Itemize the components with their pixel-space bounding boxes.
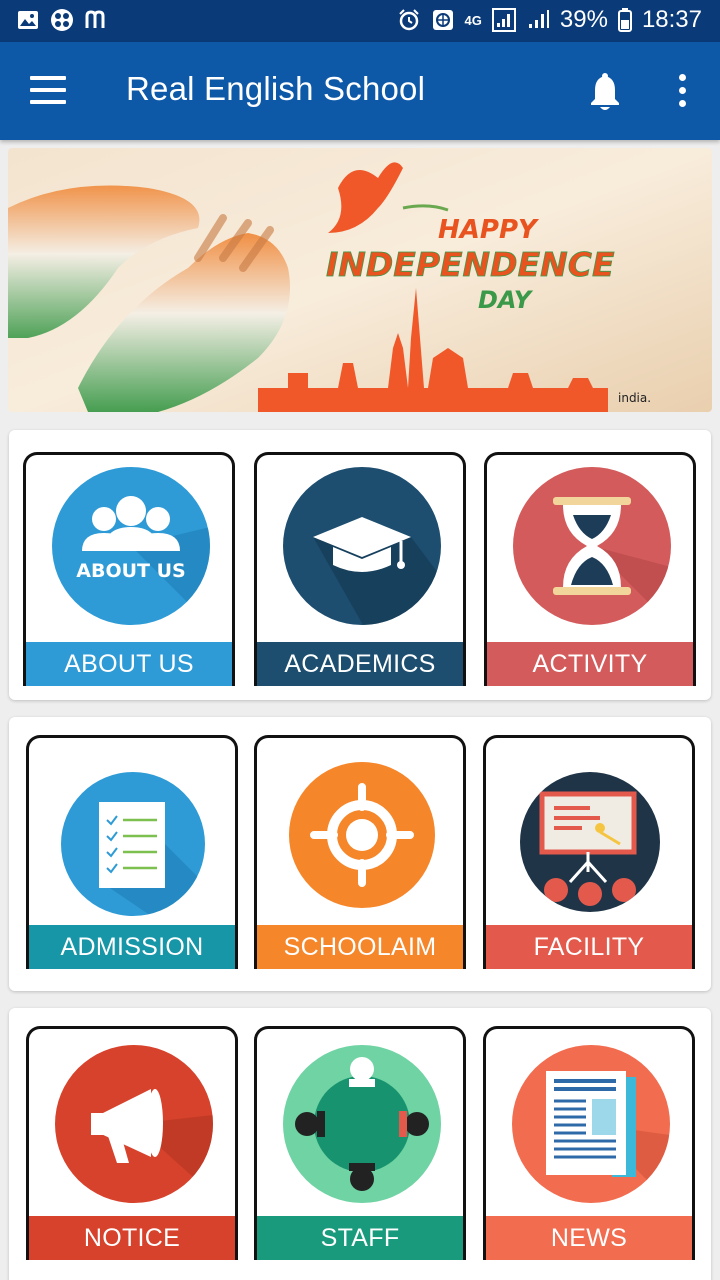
tile-label-staff: STAFF bbox=[257, 1216, 463, 1260]
bell-icon[interactable] bbox=[586, 72, 624, 112]
messenger-icon bbox=[85, 10, 105, 28]
more-vert-icon[interactable] bbox=[674, 74, 690, 110]
battery-percent: 39% bbox=[559, 6, 608, 33]
target-icon bbox=[289, 762, 435, 908]
document-icon bbox=[61, 772, 205, 916]
tile-about-us[interactable]: ABOUT US ABOUT US bbox=[23, 452, 235, 686]
tile-label-notice: NOTICE bbox=[29, 1216, 235, 1260]
meeting-icon bbox=[283, 1045, 441, 1203]
tile-news[interactable]: NEWS bbox=[483, 1026, 695, 1260]
megaphone-icon bbox=[55, 1045, 213, 1203]
menu-icon[interactable] bbox=[30, 76, 66, 106]
menu-card-row-2: ADMISSION SCHOOLAIM FACILITY bbox=[9, 717, 711, 991]
banner-line3: DAY bbox=[478, 286, 534, 314]
tile-label-facility: FACILITY bbox=[486, 925, 692, 969]
signal-bars-icon bbox=[528, 10, 549, 28]
hourglass-icon bbox=[513, 467, 671, 625]
data-saver-icon bbox=[432, 10, 453, 30]
battery-icon bbox=[617, 8, 632, 32]
presentation-icon bbox=[520, 772, 660, 912]
banner-line2: INDEPENDENCE bbox=[326, 245, 615, 284]
signal-icon bbox=[491, 8, 516, 32]
tile-label-news: NEWS bbox=[486, 1216, 692, 1260]
tile-label-about-us: ABOUT US bbox=[26, 642, 232, 686]
icon-caption: ABOUT US bbox=[76, 560, 185, 582]
menu-card-row-1: ABOUT US ABOUT US ACADEMICS ACTIVITY bbox=[9, 430, 711, 700]
tile-activity[interactable]: ACTIVITY bbox=[484, 452, 696, 686]
share-icon bbox=[51, 9, 73, 31]
tile-schoolaim[interactable]: SCHOOLAIM bbox=[254, 735, 466, 969]
tile-notice[interactable]: NOTICE bbox=[26, 1026, 238, 1260]
menu-card-row-3: NOTICE STAFF NEWS bbox=[9, 1008, 711, 1280]
tile-label-schoolaim: SCHOOLAIM bbox=[257, 925, 463, 969]
app-title: Real English School bbox=[126, 70, 426, 107]
gallery-icon bbox=[18, 11, 38, 29]
graduation-cap-icon bbox=[283, 467, 441, 625]
app-bar: Real English School bbox=[0, 42, 720, 140]
banner-watermark: india. bbox=[618, 391, 651, 405]
clock: 18:37 bbox=[641, 6, 702, 33]
tile-label-admission: ADMISSION bbox=[29, 925, 235, 969]
tile-academics[interactable]: ACADEMICS bbox=[254, 452, 466, 686]
tile-facility[interactable]: FACILITY bbox=[483, 735, 695, 969]
tile-staff[interactable]: STAFF bbox=[254, 1026, 466, 1260]
banner-line1: HAPPY bbox=[438, 215, 540, 245]
people-icon: ABOUT US bbox=[52, 467, 210, 625]
tile-admission[interactable]: ADMISSION bbox=[26, 735, 238, 969]
tile-label-activity: ACTIVITY bbox=[487, 642, 693, 686]
independence-day-banner[interactable]: HAPPY INDEPENDENCE DAY india. bbox=[8, 148, 712, 412]
banner-image: HAPPY INDEPENDENCE DAY india. bbox=[8, 148, 712, 412]
network-type: 4G bbox=[464, 12, 482, 28]
status-bar: 4G 39% 18:37 bbox=[0, 0, 720, 42]
newspaper-icon bbox=[512, 1045, 670, 1203]
alarm-icon bbox=[398, 9, 419, 31]
tile-label-academics: ACADEMICS bbox=[257, 642, 463, 686]
